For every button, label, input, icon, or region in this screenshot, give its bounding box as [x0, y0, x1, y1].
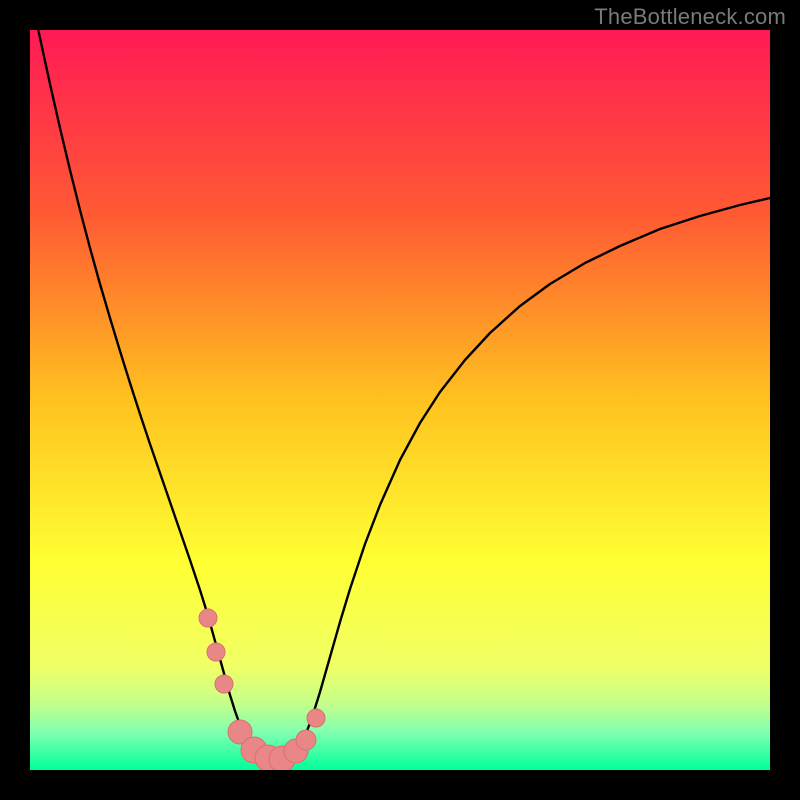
curve-marker — [215, 675, 233, 693]
watermark-text: TheBottleneck.com — [594, 4, 786, 30]
chart-svg — [30, 30, 770, 770]
curve-marker — [307, 709, 325, 727]
plot-area — [30, 30, 770, 770]
curve-marker — [296, 730, 316, 750]
curve-marker — [207, 643, 225, 661]
gradient-background — [30, 30, 770, 770]
chart-frame: TheBottleneck.com — [0, 0, 800, 800]
curve-marker — [199, 609, 217, 627]
